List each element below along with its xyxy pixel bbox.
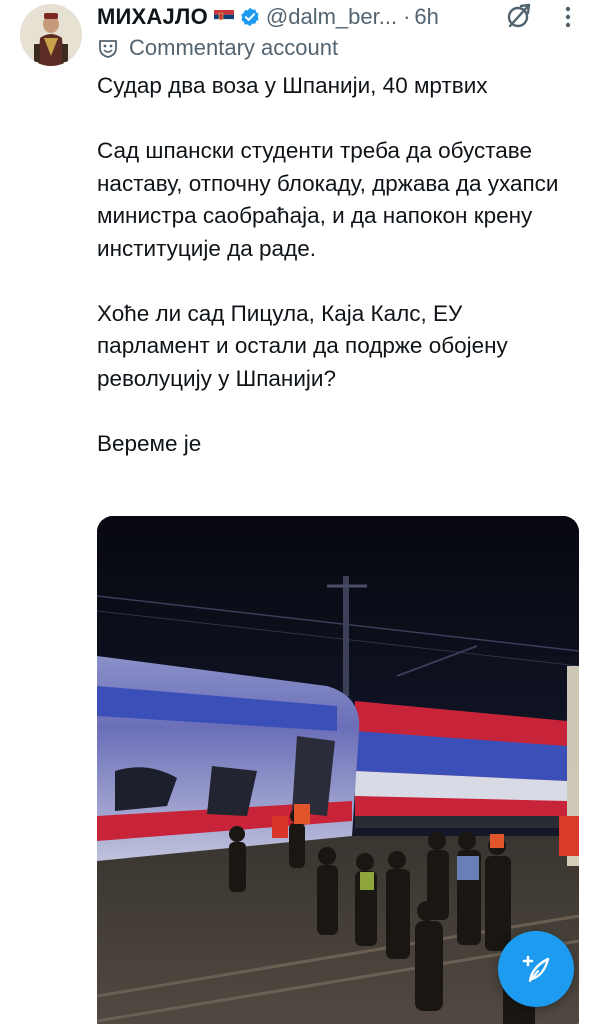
tweet[interactable]: МИХАЈЛО @dalm_ber... · 6h Commentary acc… [0,0,598,1024]
serbia-flag-icon [213,10,235,25]
author-handle[interactable]: @dalm_ber... [266,4,397,30]
avatar-portrait-image [20,4,82,66]
separator-dot: · [403,4,411,29]
theater-masks-icon [97,37,119,59]
compose-post-button[interactable] [498,931,574,1007]
account-label[interactable]: Commentary account [97,34,338,62]
tweet-text: Судар два воза у Шпанији, 40 мртвих Сад … [97,70,567,493]
author-display-name[interactable]: МИХАЈЛО [97,4,208,30]
tweet-paragraph: Судар два воза у Шпанији, 40 мртвих [97,73,488,98]
tweet-paragraph: Вереме је [97,430,202,456]
tweet-paragraph: Хоће ли сад Пицула, Каја Калс, ЕУ парлам… [97,300,508,391]
tweet-paragraph: Сад шпански студенти треба да обуставе н… [97,138,559,261]
verified-badge-icon [240,7,260,27]
avatar[interactable] [20,4,82,66]
tweet-timestamp[interactable]: 6h [414,4,438,30]
account-label-text: Commentary account [129,35,339,60]
grok-icon[interactable] [505,2,533,30]
compose-post-icon [522,955,550,983]
more-vertical-icon[interactable] [556,4,580,30]
